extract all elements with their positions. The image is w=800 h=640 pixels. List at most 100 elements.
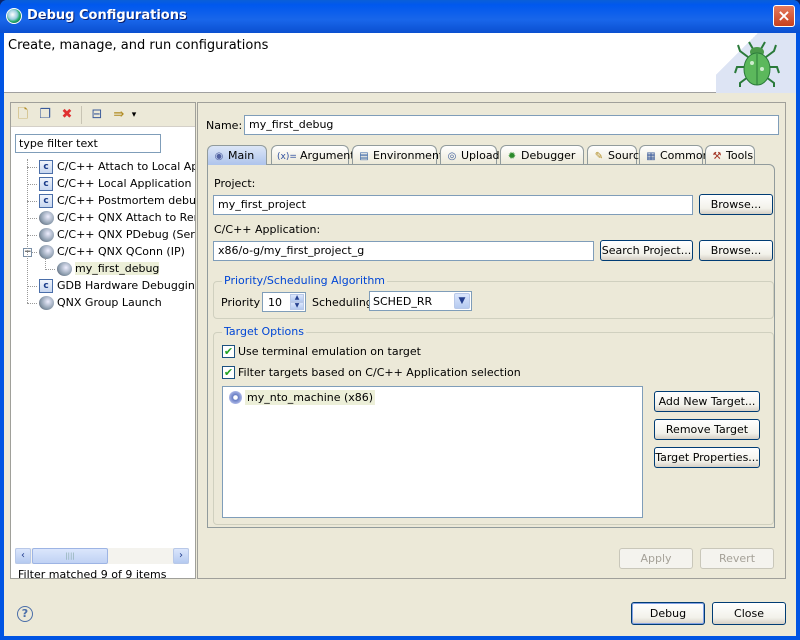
filter-targets-checkbox[interactable]: ✔ bbox=[222, 366, 235, 379]
project-browse-button[interactable]: Browse... bbox=[699, 194, 773, 215]
tab-tools[interactable]: ⚒ Tools bbox=[705, 145, 755, 164]
tab-main[interactable]: ◉ Main bbox=[207, 145, 267, 165]
tree-connector bbox=[27, 286, 37, 287]
tree-item[interactable]: C/C++ QNX PDebug (Serial bbox=[11, 227, 195, 244]
tree-connector bbox=[27, 167, 37, 168]
common-icon: ▦ bbox=[646, 151, 656, 162]
search-project-button[interactable]: Search Project... bbox=[600, 240, 693, 261]
apply-button[interactable]: Apply bbox=[619, 548, 693, 569]
tree-item[interactable]: c C/C++ Attach to Local App bbox=[11, 159, 195, 176]
tree-item[interactable]: QNX Group Launch bbox=[11, 295, 195, 312]
revert-button[interactable]: Revert bbox=[700, 548, 774, 569]
spin-down-icon[interactable]: ▼ bbox=[290, 302, 304, 310]
configuration-tree-pane: 🗋 ❐ ✖ ⊟ ⇛ ▾ cC/C++ Attach to Local AppcC… bbox=[10, 102, 196, 581]
tree-connector bbox=[45, 258, 46, 270]
banner-image bbox=[716, 33, 796, 93]
configuration-tree: c C/C++ Attach to Local App c C/C++ Local A… bbox=[11, 159, 195, 312]
spin-up-icon[interactable]: ▲ bbox=[290, 294, 304, 302]
tree-item-label: C/C++ Attach to Local App bbox=[57, 160, 195, 173]
tree-item[interactable]: C/C++ QNX Attach to Rem bbox=[11, 210, 195, 227]
tab-upload[interactable]: ◎ Upload bbox=[440, 145, 500, 164]
horizontal-scrollbar[interactable]: ‹ |||| › bbox=[15, 548, 189, 564]
scheduling-value: SCHED_RR bbox=[373, 295, 433, 308]
priority-spinner[interactable]: 10 ▲ ▼ bbox=[262, 292, 306, 312]
arguments-icon: (x)= bbox=[277, 152, 297, 162]
qnx-launch-icon bbox=[39, 296, 54, 310]
tree-connector bbox=[27, 235, 37, 236]
chevron-down-icon[interactable]: ▼ bbox=[454, 293, 470, 309]
debug-button[interactable]: Debug bbox=[631, 602, 705, 625]
scroll-thumb[interactable]: |||| bbox=[32, 548, 108, 564]
tab-environment[interactable]: ▤ Environment bbox=[352, 145, 443, 164]
tree-item-label: C/C++ QNX Attach to Rem bbox=[57, 211, 195, 224]
add-new-target-button[interactable]: Add New Target... bbox=[654, 391, 760, 412]
target-machine-icon bbox=[229, 391, 242, 404]
priority-group-title: Priority/Scheduling Algorithm bbox=[222, 274, 388, 287]
tree-item[interactable]: c GDB Hardware Debugging bbox=[11, 278, 195, 295]
tree-connector bbox=[27, 184, 37, 185]
tab-common[interactable]: ▦ Common bbox=[639, 145, 710, 164]
filter-targets-label: Filter targets based on C/C++ Applicatio… bbox=[238, 366, 521, 379]
new-launch-configuration-icon[interactable]: 🗋 bbox=[15, 107, 31, 123]
priority-value: 10 bbox=[268, 296, 282, 309]
tree-item[interactable]: c C/C++ Local Application bbox=[11, 176, 195, 193]
scroll-left-button[interactable]: ‹ bbox=[15, 548, 31, 564]
tree-connector bbox=[27, 159, 28, 303]
filter-icon[interactable]: ⇛ bbox=[111, 107, 127, 123]
tree-connector bbox=[27, 218, 37, 219]
debug-configurations-window: Debug Configurations × Create, manage, a… bbox=[0, 0, 800, 640]
scheduling-select[interactable]: SCHED_RR ▼ bbox=[369, 291, 472, 311]
name-field[interactable]: my_first_debug bbox=[244, 115, 779, 135]
main-tab-icon: ◉ bbox=[214, 151, 224, 162]
use-terminal-checkbox[interactable]: ✔ bbox=[222, 345, 235, 358]
tree-item-label: C/C++ QNX PDebug (Serial bbox=[57, 228, 195, 241]
tree-item-label: GDB Hardware Debugging bbox=[57, 279, 195, 292]
target-properties-button[interactable]: Target Properties... bbox=[654, 447, 760, 468]
collapse-all-icon[interactable]: ⊟ bbox=[89, 107, 105, 123]
remove-target-button[interactable]: Remove Target bbox=[654, 419, 760, 440]
project-field[interactable]: my_first_project bbox=[213, 195, 693, 215]
target-list: my_nto_machine (x86) bbox=[222, 386, 643, 518]
close-window-button[interactable]: × bbox=[773, 5, 795, 27]
tab-debugger[interactable]: ✹ Debugger bbox=[500, 145, 584, 164]
target-options-title: Target Options bbox=[222, 325, 306, 338]
help-icon[interactable]: ? bbox=[17, 606, 33, 622]
c-cpp-launch-icon: c bbox=[39, 194, 53, 208]
debugger-bug-icon: ✹ bbox=[507, 151, 517, 162]
tab-label: Main bbox=[228, 149, 255, 162]
c-cpp-launch-icon: c bbox=[39, 160, 53, 174]
scroll-right-button[interactable]: › bbox=[173, 548, 189, 564]
tree-item[interactable]: − C/C++ QNX QConn (IP) bbox=[11, 244, 195, 261]
tree-connector bbox=[27, 303, 37, 304]
tree-item-label: C/C++ Postmortem debugg bbox=[57, 194, 195, 207]
qnx-launch-icon bbox=[39, 228, 54, 242]
tree-item[interactable]: my_first_debug bbox=[11, 261, 195, 278]
priority-label: Priority bbox=[221, 296, 261, 309]
filter-input[interactable] bbox=[15, 134, 161, 153]
duplicate-icon[interactable]: ❐ bbox=[37, 107, 53, 123]
source-icon: ✎ bbox=[594, 151, 604, 162]
config-tabs: ◉ Main (x)= Arguments ▤ Environment ◎ Upload ✹ De… bbox=[207, 145, 777, 165]
filter-status: Filter matched 9 of 9 items bbox=[18, 568, 167, 581]
app-icon bbox=[6, 8, 22, 24]
tab-label: Upload bbox=[461, 149, 500, 162]
tab-label: Tools bbox=[726, 149, 754, 162]
banner: Create, manage, and run configurations bbox=[4, 33, 796, 93]
qnx-launch-icon bbox=[57, 262, 72, 276]
close-button[interactable]: Close bbox=[712, 602, 786, 625]
toolbar-separator bbox=[81, 106, 82, 124]
tree-item-label: C/C++ Local Application bbox=[57, 177, 192, 190]
tab-source[interactable]: ✎ Source bbox=[587, 145, 646, 164]
tree-item-label: my_first_debug bbox=[75, 262, 160, 275]
tab-label: Environment bbox=[373, 149, 444, 162]
tree-item[interactable]: c C/C++ Postmortem debugg bbox=[11, 193, 195, 210]
tab-arguments[interactable]: (x)= Arguments bbox=[271, 145, 360, 164]
application-field[interactable]: x86/o-g/my_first_project_g bbox=[213, 241, 594, 261]
tools-icon: ⚒ bbox=[712, 151, 722, 162]
qnx-launch-icon bbox=[39, 211, 54, 225]
delete-icon[interactable]: ✖ bbox=[59, 107, 75, 123]
dropdown-arrow-icon[interactable]: ▾ bbox=[129, 107, 139, 123]
name-label: Name: bbox=[206, 119, 243, 132]
application-browse-button[interactable]: Browse... bbox=[699, 240, 773, 261]
qnx-launch-icon bbox=[39, 245, 54, 259]
